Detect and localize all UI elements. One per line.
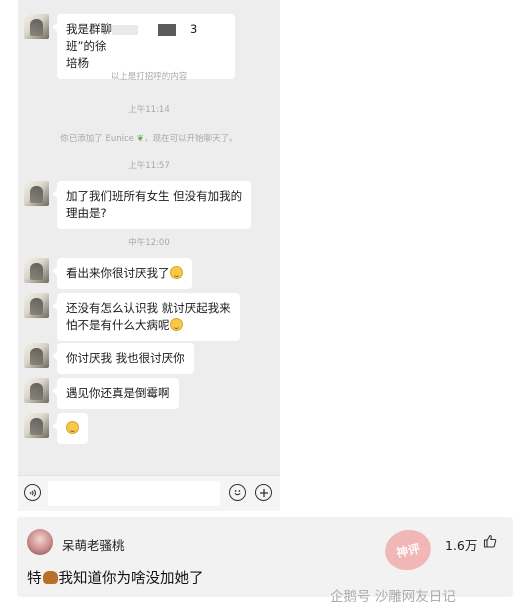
notice-text: ，现在可以开始聊天了。 [144,134,238,144]
avatar[interactable] [24,181,49,206]
message-bubble[interactable]: 还没有怎么认识我 就讨厌起我来 怕不是有什么大病呢 [52,293,240,341]
message-bubble[interactable]: 遇见你还真是倒霉啊 [52,378,179,409]
comment-username[interactable]: 呆萌老骚桃 [62,535,125,554]
chat-window: 我是群聊 3班”的徐 培杨 以上是打招呼的内容 上午11:14 你已添加了 Eun… [18,0,280,510]
smile-emoji-icon [169,266,183,279]
chat-message [24,413,88,444]
input-bar [18,475,280,511]
message-text: 理由是? [66,206,107,220]
redaction-mark [112,24,138,35]
comment-text-part: 我知道你为啥没加她了 [58,571,204,587]
message-text: 怕不是有什么大病呢 [66,318,170,332]
timestamp: 上午11:57 [128,161,170,171]
message-text: 培杨 [66,56,89,70]
message-bubble[interactable]: 加了我们班所有女生 但没有加我的 理由是? [51,181,252,229]
voice-waves-icon [29,488,36,497]
dog-emoji-icon [42,571,58,584]
message-text: 我是群聊 [66,22,112,36]
user-avatar[interactable] [27,529,53,555]
redaction-block [158,23,176,36]
comment-text-part: 特 [27,571,42,587]
message-text: 看出来你很讨厌我了 [66,266,170,280]
avatar[interactable] [24,378,49,403]
thumbs-up-icon[interactable] [483,534,497,548]
notice-text: 你已添加了 Eunice [60,134,134,144]
message-bubble[interactable] [52,413,88,444]
message-text: 遇见你还真是倒霉啊 [66,386,170,400]
chat-message: 遇见你还真是倒霉啊 [24,378,179,409]
chat-message: 还没有怎么认识我 就讨厌起我来 怕不是有什么大病呢 [24,293,240,341]
avatar[interactable] [24,413,49,438]
voice-icon[interactable] [24,484,41,501]
message-text: 加了我们班所有女生 但没有加我的 [66,189,243,203]
message-text: 你讨厌我 我也很讨厌你 [66,351,185,365]
watermark: 企鹅号 沙雕网友日记 [330,589,456,605]
smile-emoji-icon [66,421,79,434]
message-text: 还没有怎么认识我 就讨厌起我来 [66,301,231,315]
like-count: 1.6万 [445,538,478,553]
chat-message: 加了我们班所有女生 但没有加我的 理由是? [24,181,252,229]
chat-message: 看出来你很讨厌我了 [24,258,192,289]
smile-emoji-icon [169,318,183,331]
message-bubble[interactable]: 你讨厌我 我也很讨厌你 [52,343,194,374]
avatar[interactable] [24,343,49,368]
avatar[interactable] [24,258,49,283]
timestamp: 上午11:14 [128,105,170,115]
emoji-icon[interactable] [229,484,246,501]
friend-added-notice: 你已添加了 Eunice ❦，现在可以开始聊天了。 [18,132,280,144]
avatar[interactable] [24,14,49,39]
smiley-face-icon [234,490,241,496]
timestamp: 中午12:00 [128,238,170,248]
comment-text: 特我知道你为啥没加她了 [27,567,204,588]
greeting-note: 以上是打招呼的内容 [110,72,188,82]
plus-sign-icon [259,488,268,497]
message-input[interactable] [48,481,220,506]
message-bubble[interactable]: 看出来你很讨厌我了 [52,258,192,289]
chat-message: 你讨厌我 我也很讨厌你 [24,343,194,374]
avatar[interactable] [24,293,49,318]
plus-icon[interactable] [255,484,272,501]
